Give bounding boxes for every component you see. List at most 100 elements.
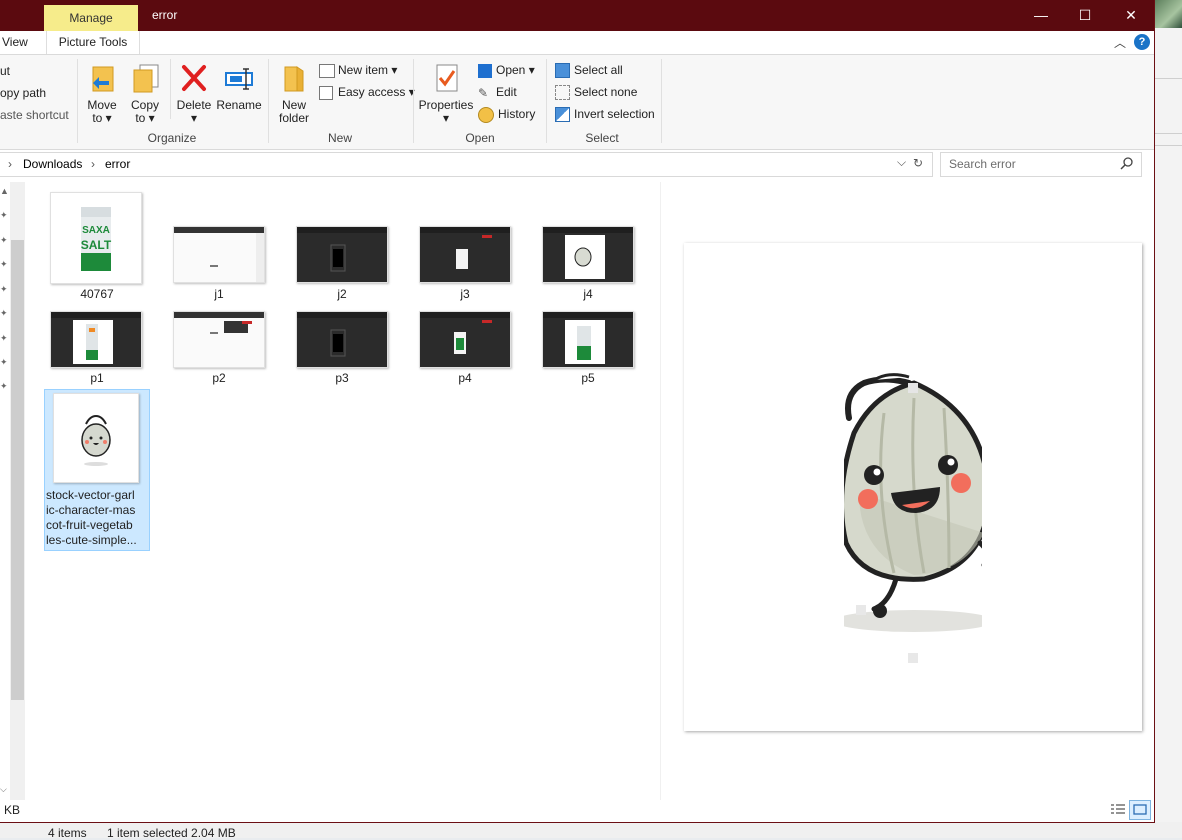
- maximize-button[interactable]: ☐: [1062, 0, 1108, 31]
- file-name[interactable]: j4: [538, 287, 638, 301]
- address-dropdown-icon[interactable]: ⌵: [897, 155, 906, 170]
- file-name-garlic[interactable]: stock-vector-garl ic-character-mas cot-f…: [46, 488, 148, 548]
- group-label-organize: Organize: [147, 131, 197, 145]
- background-status: 4 items 1 item selected 2.04 MB: [0, 822, 1182, 840]
- file-name[interactable]: j2: [292, 287, 392, 301]
- file-thumbnail-j2[interactable]: [296, 226, 388, 283]
- move-to-icon: [85, 61, 119, 95]
- rename-button[interactable]: Rename: [216, 61, 262, 112]
- rename-icon: [222, 61, 256, 95]
- screenshot-image: [51, 312, 141, 367]
- tab-picture-tools[interactable]: Picture Tools: [46, 31, 140, 54]
- search-icon: [1120, 156, 1134, 173]
- copy-to-button[interactable]: Copy to ▾: [126, 61, 164, 125]
- search-box[interactable]: Search error: [940, 152, 1142, 177]
- paste-shortcut-button[interactable]: aste shortcut: [0, 108, 69, 122]
- file-thumbnail-j1[interactable]: [173, 226, 265, 283]
- background-divider: [1154, 145, 1182, 146]
- pin-icon: ✦: [0, 259, 8, 269]
- file-name[interactable]: p4: [415, 371, 515, 385]
- new-item-label: New item ▾: [338, 63, 398, 77]
- breadcrumb-separator: ›: [91, 157, 95, 171]
- garlic-image: [81, 414, 111, 466]
- file-thumbnail-garlic[interactable]: [53, 393, 139, 483]
- select-none-label: Select none: [574, 85, 638, 99]
- delete-icon: [177, 61, 211, 95]
- easy-access-icon: [319, 85, 333, 100]
- tab-view[interactable]: View: [2, 31, 28, 54]
- file-name[interactable]: p1: [47, 371, 147, 385]
- screenshot-image: [420, 227, 510, 282]
- details-view-icon[interactable]: [1110, 803, 1126, 820]
- explorer-window: Manage error — ☐ ✕ View Picture Tools ︿ …: [0, 0, 1155, 823]
- pin-icon: ✦: [0, 210, 8, 220]
- file-name[interactable]: 40767: [47, 287, 147, 301]
- open-button[interactable]: Open ▾: [478, 63, 535, 78]
- group-divider: [661, 59, 662, 143]
- garlic-character-image: [844, 373, 982, 663]
- screenshot-image: [420, 312, 510, 367]
- title-bar[interactable]: Manage error — ☐ ✕: [0, 0, 1154, 31]
- copy-path-button[interactable]: opy path: [0, 86, 46, 100]
- file-thumbnail-p1[interactable]: [50, 311, 142, 368]
- edit-label: Edit: [496, 85, 517, 99]
- status-bar: KB: [0, 800, 1154, 822]
- file-name[interactable]: j1: [169, 287, 269, 301]
- move-to-label-2: to ▾: [92, 111, 112, 125]
- file-name[interactable]: p3: [292, 371, 392, 385]
- screenshot-image: [174, 312, 264, 367]
- edit-button[interactable]: ✎ Edit: [478, 85, 517, 100]
- file-name[interactable]: j3: [415, 287, 515, 301]
- file-thumbnail-p2[interactable]: [173, 311, 265, 368]
- edit-icon: ✎: [478, 85, 489, 100]
- delete-button[interactable]: Delete ▾: [174, 61, 214, 125]
- nav-scroll-thumb[interactable]: [11, 240, 24, 700]
- copy-to-icon: [128, 61, 162, 95]
- minimize-button[interactable]: —: [1018, 0, 1064, 31]
- pin-icon: ✦: [0, 357, 8, 367]
- large-icons-view-icon[interactable]: [1129, 800, 1151, 820]
- new-folder-icon: [277, 61, 311, 95]
- file-thumbnail-p3[interactable]: [296, 311, 388, 368]
- invert-selection-button[interactable]: Invert selection: [555, 107, 655, 123]
- new-folder-button[interactable]: New folder: [274, 61, 314, 125]
- select-none-button[interactable]: Select none: [555, 85, 638, 101]
- screenshot-image: [297, 227, 387, 282]
- file-name-line: les-cute-simple...: [46, 533, 137, 547]
- pin-icon: ✦: [0, 381, 8, 391]
- refresh-icon[interactable]: ↻: [913, 156, 923, 170]
- move-to-button[interactable]: Move to ▾: [82, 61, 122, 125]
- file-thumbnail-j4[interactable]: [542, 226, 634, 283]
- easy-access-label: Easy access ▾: [338, 85, 415, 99]
- status-size: KB: [4, 803, 21, 817]
- file-name[interactable]: p2: [169, 371, 269, 385]
- file-thumbnail-40767[interactable]: SAXA SALT: [50, 192, 142, 284]
- screenshot-image: [543, 312, 633, 367]
- file-name-line: stock-vector-garl: [46, 488, 135, 502]
- close-button[interactable]: ✕: [1108, 0, 1154, 31]
- file-thumbnail-j3[interactable]: [419, 226, 511, 283]
- tab-manage[interactable]: Manage: [44, 5, 138, 31]
- address-bar[interactable]: › Downloads › error ⌵ ↻: [0, 152, 933, 177]
- properties-button[interactable]: Properties ▾: [418, 61, 474, 125]
- select-all-button[interactable]: Select all: [555, 63, 623, 79]
- pin-icon: ▲: [0, 186, 9, 196]
- easy-access-button[interactable]: Easy access ▾: [319, 85, 415, 100]
- pin-icon: ✦: [0, 308, 8, 318]
- file-name-line: cot-fruit-vegetab: [46, 518, 133, 532]
- file-name[interactable]: p5: [538, 371, 638, 385]
- salt-image: SAXA SALT: [81, 207, 112, 271]
- scroll-down-icon[interactable]: ⌵: [0, 784, 8, 795]
- ribbon: ut opy path aste shortcut Move to ▾ Copy: [0, 54, 1154, 150]
- cut-button[interactable]: ut: [0, 64, 10, 78]
- properties-dropdown: ▾: [442, 111, 450, 125]
- breadcrumb-downloads[interactable]: Downloads: [23, 157, 82, 171]
- new-item-button[interactable]: New item ▾: [319, 63, 397, 78]
- breadcrumb-error[interactable]: error: [105, 157, 130, 171]
- collapse-ribbon-icon[interactable]: ︿: [1114, 34, 1126, 51]
- file-thumbnail-p5[interactable]: [542, 311, 634, 368]
- history-button[interactable]: History: [478, 107, 535, 123]
- search-input[interactable]: Search error: [949, 157, 1016, 171]
- file-thumbnail-p4[interactable]: [419, 311, 511, 368]
- help-icon[interactable]: ?: [1134, 34, 1150, 50]
